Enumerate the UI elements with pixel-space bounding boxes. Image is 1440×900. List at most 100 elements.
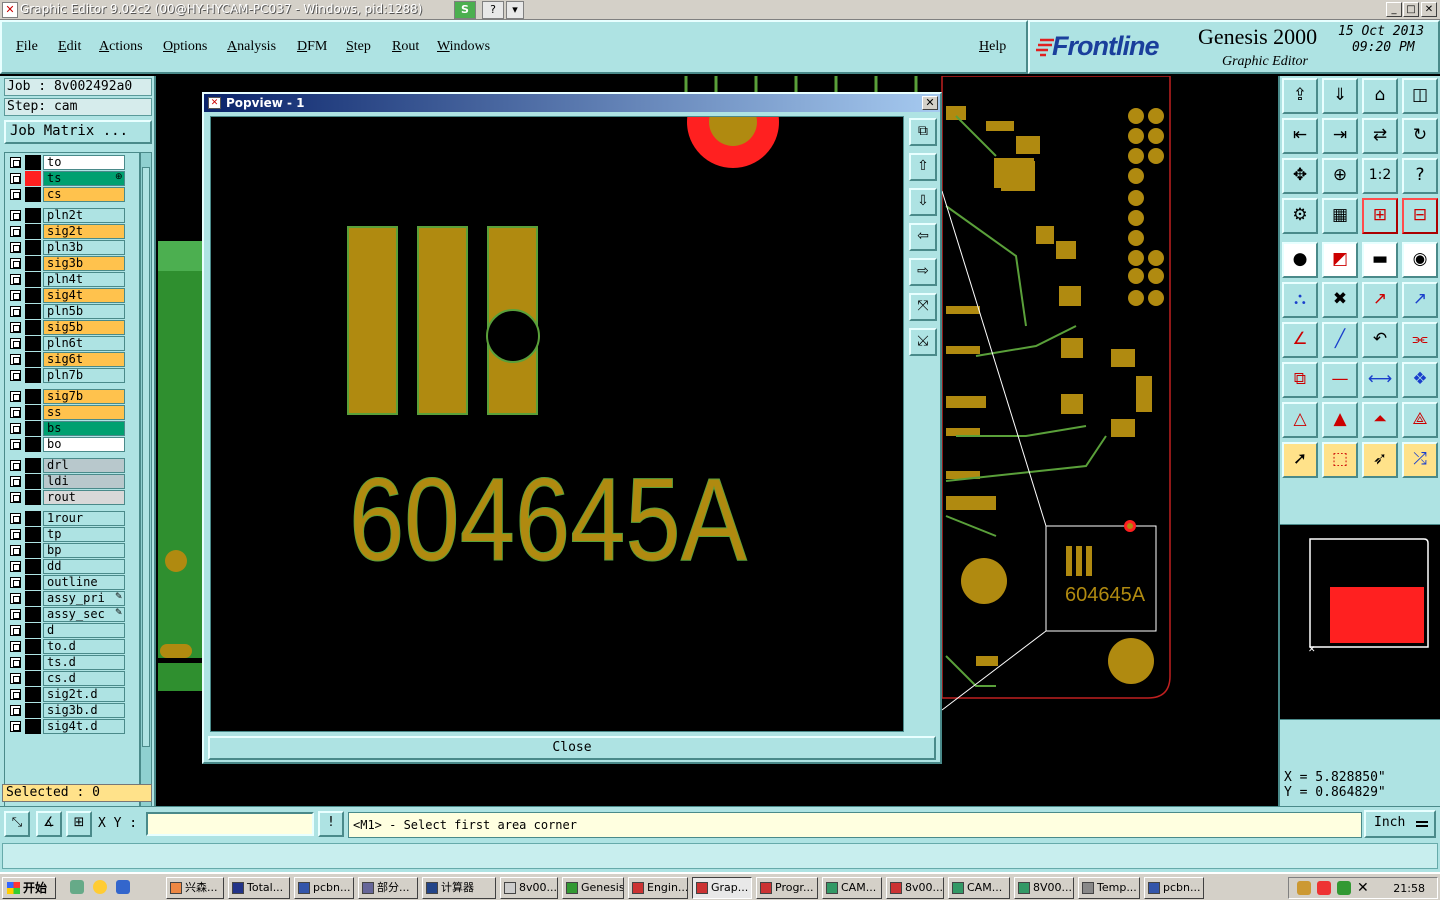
layer-color-swatch[interactable] [25, 288, 41, 303]
layer-name[interactable]: sig4t [43, 288, 125, 303]
pointer-icon[interactable]: ➚ [1282, 442, 1318, 478]
taskbar-item[interactable]: Temp... [1078, 877, 1140, 899]
layer-row[interactable]: ss [7, 405, 139, 420]
layer-row[interactable]: pln7b [7, 368, 139, 383]
tray-pen-icon[interactable] [1297, 881, 1311, 895]
layer-row[interactable]: pln5b [7, 304, 139, 319]
add-line-icon[interactable]: ◩ [1322, 242, 1358, 278]
zoom-fit-icon[interactable]: ✥ [1282, 158, 1318, 194]
layer-name[interactable]: to.d [43, 639, 125, 654]
layer-name[interactable]: pln7b [43, 368, 125, 383]
layer-name[interactable]: tp [43, 527, 125, 542]
cut-line-icon[interactable]: — [1322, 362, 1358, 398]
taskbar-item[interactable]: 兴森... [166, 877, 224, 899]
menu-help[interactable]: Help [979, 39, 1006, 55]
layer-name[interactable]: ts.d [43, 655, 125, 670]
menu-file[interactable]: File [16, 39, 38, 55]
layer-checkbox[interactable] [10, 460, 21, 471]
settings-icon[interactable]: ⚙ [1282, 198, 1318, 234]
swap-icon[interactable]: ⇄ [1362, 118, 1398, 154]
taskbar-item[interactable]: Engin... [628, 877, 688, 899]
layer-name[interactable]: sig4t.d [43, 719, 125, 734]
layer-checkbox[interactable] [10, 625, 21, 636]
layer-checkbox[interactable] [10, 391, 21, 402]
layer-checkbox[interactable] [10, 226, 21, 237]
layer-name[interactable]: pln5b [43, 304, 125, 319]
layer-color-swatch[interactable] [25, 352, 41, 367]
layer-name[interactable]: assy_pri [43, 591, 125, 606]
layer-color-swatch[interactable] [25, 421, 41, 436]
menu-rout[interactable]: Rout [392, 39, 419, 55]
layer-row[interactable]: 1rour [7, 511, 139, 526]
taskbar-item[interactable]: Grap... [692, 877, 752, 899]
layer-name[interactable]: d [43, 623, 125, 638]
layer-color-swatch[interactable] [25, 405, 41, 420]
units-select[interactable]: Inch [1364, 810, 1436, 838]
pan-left-tool-icon[interactable]: ⇤ [1282, 118, 1318, 154]
layer-color-swatch[interactable] [25, 208, 41, 223]
copy-feature-icon[interactable]: ⧉ [1282, 362, 1318, 398]
select-net-icon[interactable]: ⤮ [1402, 442, 1438, 478]
angle-lock-icon[interactable]: ∡ [36, 811, 62, 837]
pan-right-icon[interactable]: ⇨ [909, 258, 937, 286]
menu-step[interactable]: Step [346, 39, 371, 55]
select-pad-icon[interactable]: ◉ [1402, 242, 1438, 278]
tray-close-icon[interactable]: ✕ [1357, 880, 1369, 896]
job-matrix-button[interactable]: Job Matrix ... [4, 120, 152, 144]
connect-nodes-icon[interactable]: ⛬ [1282, 282, 1318, 318]
layer-name[interactable]: dd [43, 559, 125, 574]
layer-name[interactable]: ts [43, 171, 125, 186]
layer-row[interactable]: sig2t.d [7, 687, 139, 702]
zoom-window-icon[interactable]: ⧉ [909, 118, 937, 146]
layer-checkbox[interactable] [10, 423, 21, 434]
layer-row[interactable]: sig3b [7, 256, 139, 271]
layer-name[interactable]: pln4t [43, 272, 125, 287]
layer-row[interactable]: sig4t.d [7, 719, 139, 734]
layer-color-swatch[interactable] [25, 639, 41, 654]
layer-color-swatch[interactable] [25, 474, 41, 489]
layer-color-swatch[interactable] [25, 336, 41, 351]
layer-checkbox[interactable] [10, 689, 21, 700]
layer-name[interactable]: to [43, 155, 125, 170]
taskbar-item[interactable]: 8V00... [1014, 877, 1074, 899]
layer-checkbox[interactable] [10, 561, 21, 572]
layer-checkbox[interactable] [10, 657, 21, 668]
pan-down-icon[interactable]: ⇩ [909, 188, 937, 216]
snap-grid-icon[interactable]: ⤡ [4, 811, 30, 837]
layer-name[interactable]: pln3b [43, 240, 125, 255]
layer-checkbox[interactable] [10, 609, 21, 620]
layer-name[interactable]: sig6t [43, 352, 125, 367]
layer-checkbox[interactable] [10, 545, 21, 556]
layer-checkbox[interactable] [10, 439, 21, 450]
menu-edit[interactable]: Edit [58, 39, 81, 55]
layer-checkbox[interactable] [10, 242, 21, 253]
layer-row[interactable]: assy_sec ✎ [7, 607, 139, 622]
select-box-icon[interactable]: ⬚ [1322, 442, 1358, 478]
layer-checkbox[interactable] [10, 593, 21, 604]
layer-name[interactable]: sig2t [43, 224, 125, 239]
layer-color-swatch[interactable] [25, 591, 41, 606]
zoom-out-icon[interactable]: ⤩ [909, 328, 937, 356]
taskbar-item[interactable]: Genesis [562, 877, 624, 899]
quicklaunch-shield-icon[interactable] [116, 880, 130, 894]
line-icon[interactable]: ╱ [1322, 322, 1358, 358]
layer-color-swatch[interactable] [25, 559, 41, 574]
layer-color-swatch[interactable] [25, 272, 41, 287]
taskbar-item[interactable]: 8v00... [500, 877, 558, 899]
layer-checkbox[interactable] [10, 210, 21, 221]
layer-name[interactable]: ldi [43, 474, 125, 489]
layer-color-swatch[interactable] [25, 171, 41, 186]
layer-color-swatch[interactable] [25, 240, 41, 255]
polygon-edit-icon[interactable]: ▲ [1322, 402, 1358, 438]
zoom-in-icon[interactable]: ⤧ [909, 293, 937, 321]
layer-name[interactable]: sig2t.d [43, 687, 125, 702]
layer-color-swatch[interactable] [25, 256, 41, 271]
layer-name[interactable]: bo [43, 437, 125, 452]
zoom-down-icon[interactable]: ⇓ [1322, 78, 1358, 114]
stretch-node-icon[interactable]: ↗ [1402, 282, 1438, 318]
layer-checkbox[interactable] [10, 370, 21, 381]
layer-name[interactable]: assy_sec [43, 607, 125, 622]
layer-checkbox[interactable] [10, 492, 21, 503]
center-snap-icon[interactable]: ⊞ [66, 811, 92, 837]
layer-color-swatch[interactable] [25, 490, 41, 505]
